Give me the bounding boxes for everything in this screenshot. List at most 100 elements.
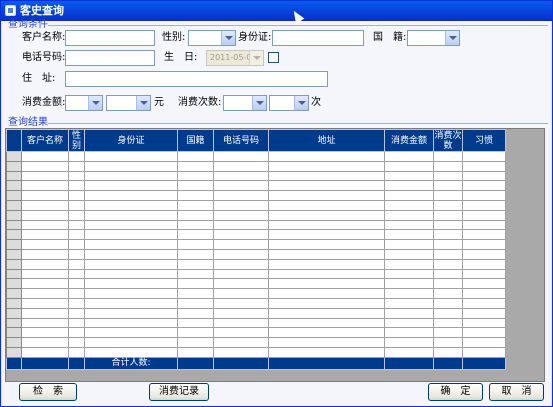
table-cell[interactable] xyxy=(433,258,463,270)
row-header[interactable] xyxy=(6,180,22,192)
table-row[interactable] xyxy=(6,288,506,299)
table-cell[interactable] xyxy=(384,190,434,201)
row-header[interactable] xyxy=(6,327,22,339)
table-cell[interactable] xyxy=(213,268,269,280)
table-cell[interactable] xyxy=(213,180,269,192)
table-cell[interactable] xyxy=(462,337,506,348)
results-grid[interactable]: 客户名称 性别 身份证 国籍 电话号码 地址 消费金额 消费次数 习惯 合计人数… xyxy=(5,128,545,382)
consumption-record-button[interactable]: 消费记录 xyxy=(149,383,209,401)
table-cell[interactable] xyxy=(21,317,69,329)
table-row[interactable] xyxy=(6,180,506,192)
table-cell[interactable] xyxy=(177,160,214,172)
column-header[interactable]: 国籍 xyxy=(177,129,214,152)
table-cell[interactable] xyxy=(433,327,463,339)
chevron-down-icon[interactable] xyxy=(136,96,150,110)
table-cell[interactable] xyxy=(84,239,178,250)
table-row[interactable] xyxy=(6,327,506,339)
table-cell[interactable] xyxy=(84,327,178,339)
search-button[interactable]: 检 索 xyxy=(19,383,77,401)
table-cell[interactable] xyxy=(21,219,69,231)
table-cell[interactable] xyxy=(177,190,214,201)
table-cell[interactable] xyxy=(384,297,434,309)
table-cell[interactable] xyxy=(21,307,69,319)
table-cell[interactable] xyxy=(433,268,463,280)
table-cell[interactable] xyxy=(68,151,85,162)
table-cell[interactable] xyxy=(268,199,385,211)
column-header[interactable]: 消费次数 xyxy=(433,129,463,152)
table-row[interactable] xyxy=(6,199,506,211)
table-row[interactable] xyxy=(6,337,506,348)
table-cell[interactable] xyxy=(268,160,385,172)
table-cell[interactable] xyxy=(433,239,463,250)
table-cell[interactable] xyxy=(84,268,178,280)
table-cell[interactable] xyxy=(268,268,385,280)
table-cell[interactable] xyxy=(21,268,69,280)
table-cell[interactable] xyxy=(21,199,69,211)
table-cell[interactable] xyxy=(21,209,69,221)
table-cell[interactable] xyxy=(84,307,178,319)
table-cell[interactable] xyxy=(21,229,69,241)
table-cell[interactable] xyxy=(384,327,434,339)
table-cell[interactable] xyxy=(433,180,463,192)
phone-input[interactable] xyxy=(65,50,155,66)
row-header[interactable] xyxy=(6,229,22,241)
table-cell[interactable] xyxy=(213,258,269,270)
table-cell[interactable] xyxy=(433,317,463,329)
table-cell[interactable] xyxy=(462,307,506,319)
table-cell[interactable] xyxy=(268,346,385,358)
row-header[interactable] xyxy=(6,219,22,231)
table-cell[interactable] xyxy=(213,248,269,260)
table-cell[interactable] xyxy=(21,170,69,182)
amount-to-select[interactable] xyxy=(106,95,151,111)
chevron-down-icon[interactable] xyxy=(249,51,263,65)
table-cell[interactable] xyxy=(268,337,385,348)
table-cell[interactable] xyxy=(213,209,269,221)
table-cell[interactable] xyxy=(268,297,385,309)
table-cell[interactable] xyxy=(177,180,214,192)
table-cell[interactable] xyxy=(21,239,69,250)
table-row[interactable] xyxy=(6,317,506,329)
table-cell[interactable] xyxy=(213,151,269,162)
table-cell[interactable] xyxy=(177,288,214,299)
table-cell[interactable] xyxy=(68,209,85,221)
table-cell[interactable] xyxy=(84,151,178,162)
table-cell[interactable] xyxy=(21,297,69,309)
table-cell[interactable] xyxy=(462,151,506,162)
table-cell[interactable] xyxy=(84,209,178,221)
table-cell[interactable] xyxy=(384,268,434,280)
table-cell[interactable] xyxy=(213,190,269,201)
table-cell[interactable] xyxy=(268,151,385,162)
table-cell[interactable] xyxy=(84,337,178,348)
table-cell[interactable] xyxy=(177,219,214,231)
chevron-down-icon[interactable] xyxy=(88,96,102,110)
table-cell[interactable] xyxy=(68,268,85,280)
row-header[interactable] xyxy=(6,160,22,172)
table-row[interactable] xyxy=(6,151,506,162)
table-cell[interactable] xyxy=(433,151,463,162)
table-cell[interactable] xyxy=(177,209,214,221)
table-cell[interactable] xyxy=(21,180,69,192)
nationality-select[interactable] xyxy=(407,30,460,46)
table-row[interactable] xyxy=(6,307,506,319)
table-cell[interactable] xyxy=(84,170,178,182)
table-cell[interactable] xyxy=(268,190,385,201)
column-header[interactable]: 性别 xyxy=(68,129,85,152)
table-cell[interactable] xyxy=(433,190,463,201)
table-cell[interactable] xyxy=(213,327,269,339)
table-cell[interactable] xyxy=(177,327,214,339)
table-cell[interactable] xyxy=(68,297,85,309)
table-cell[interactable] xyxy=(177,151,214,162)
table-cell[interactable] xyxy=(268,327,385,339)
table-cell[interactable] xyxy=(433,160,463,172)
table-cell[interactable] xyxy=(213,170,269,182)
table-row[interactable] xyxy=(6,160,506,172)
table-cell[interactable] xyxy=(433,346,463,358)
column-header[interactable]: 地址 xyxy=(268,129,385,152)
table-cell[interactable] xyxy=(384,199,434,211)
table-cell[interactable] xyxy=(268,180,385,192)
table-cell[interactable] xyxy=(21,346,69,358)
table-cell[interactable] xyxy=(68,327,85,339)
table-cell[interactable] xyxy=(21,151,69,162)
table-cell[interactable] xyxy=(68,337,85,348)
table-cell[interactable] xyxy=(462,160,506,172)
